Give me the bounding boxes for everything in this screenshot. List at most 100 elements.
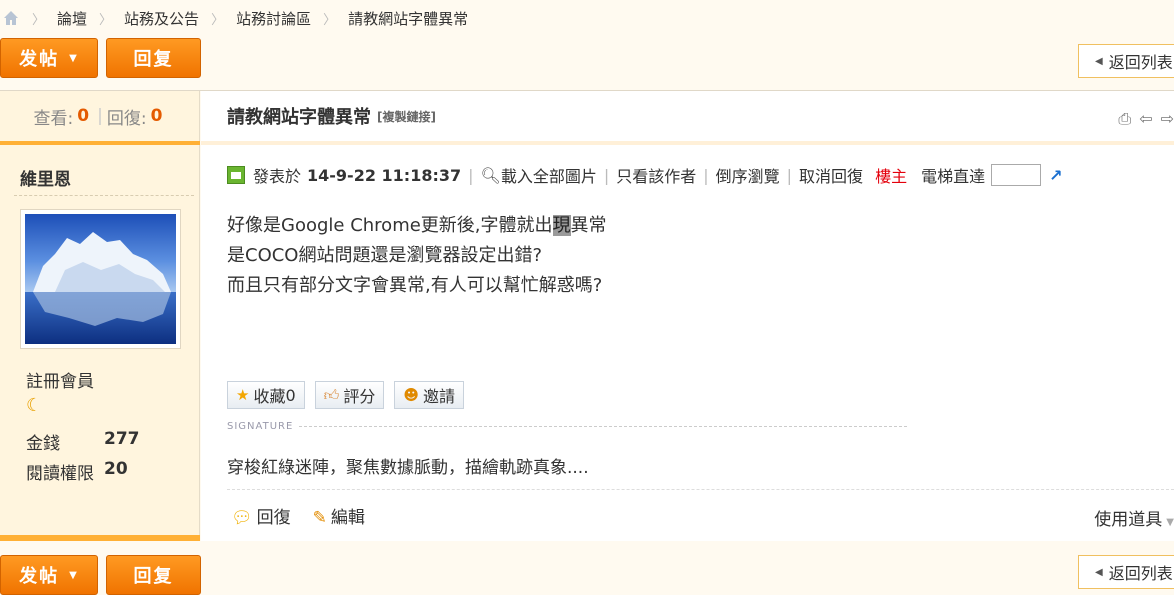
chevron-down-icon: ▼ xyxy=(69,569,79,581)
thread-stats: 查看: 0 | 回復: 0 xyxy=(0,91,200,145)
money-stat: 金錢 277 xyxy=(26,429,140,454)
post-title: 請教網站字體異常 xyxy=(227,107,371,128)
reply-post-button[interactable]: 💬︎ 回復 xyxy=(231,503,291,528)
author-sidebar: 查看: 0 | 回復: 0 維里恩 註冊會員 ☾ 金錢 277 閱讀權限 20 xyxy=(0,91,200,541)
body-line1-end: 異常 xyxy=(570,215,607,236)
money-label: 金錢 xyxy=(26,434,60,454)
elevator-label: 電梯直達 xyxy=(921,167,986,186)
meta-divider: | xyxy=(703,165,709,185)
meta-divider: | xyxy=(603,165,610,185)
back-arrow-icon: ◀ xyxy=(1095,566,1103,578)
read-permission-label: 閱讀權限 xyxy=(26,464,94,484)
prev-thread-icon[interactable]: ⇦ xyxy=(1139,109,1152,129)
post-body-line: 好像是Google Chrome更新後,字體就出現異常 xyxy=(227,211,607,241)
post-status-icon xyxy=(227,166,245,184)
edit-post-button[interactable]: ✎ 編輯 xyxy=(313,503,365,528)
star-icon: ★ xyxy=(236,386,250,404)
divider xyxy=(227,489,1174,490)
new-post-button[interactable]: 发帖 ▼ xyxy=(0,38,98,78)
favorite-count: 0 xyxy=(285,385,296,405)
post-time: 14-9-22 11:18:37 xyxy=(307,165,462,185)
breadcrumb-announcements[interactable]: 站務及公告 xyxy=(124,8,199,29)
invite-button[interactable]: ☻ 邀請 xyxy=(394,381,465,409)
post-meta: 發表於 14-9-22 11:18:37 | 🔍︎ 載入全部圖片 | 只看該作者… xyxy=(227,161,1174,189)
post-content: 請教網站字體異常 [複製鏈接] ⎙ ⇦ ⇨ 發表於 14-9-22 11:18:… xyxy=(201,91,1174,541)
reply-button[interactable]: 回复 xyxy=(106,38,201,78)
breadcrumb-separator: 〉 xyxy=(99,12,113,28)
reply-post-label: 回復 xyxy=(256,508,291,528)
post-frame: 查看: 0 | 回復: 0 維里恩 註冊會員 ☾ 金錢 277 閱讀權限 20 … xyxy=(0,90,1174,541)
user-group[interactable]: 註冊會員 xyxy=(26,367,94,392)
back-to-list-button-bottom[interactable]: ◀ 返回列表 xyxy=(1078,555,1174,589)
post-title-row: 請教網站字體異常 [複製鏈接] ⎙ ⇦ ⇨ xyxy=(201,91,1174,145)
copy-link-button[interactable]: [複製鏈接] xyxy=(377,108,436,125)
back-to-list-button[interactable]: ◀ 返回列表 xyxy=(1078,44,1174,78)
avatar-image xyxy=(25,214,176,344)
favorite-label: 收藏 xyxy=(253,387,286,406)
invite-label: 邀請 xyxy=(423,387,456,406)
breadcrumb-current: 請教網站字體異常 xyxy=(348,9,469,28)
load-all-images-link[interactable]: 載入全部圖片 xyxy=(501,163,597,187)
replies-count: 0 xyxy=(150,106,163,126)
signature-text: 穿梭紅綠迷陣，聚焦數據脈動，描繪軌跡真象.... xyxy=(227,458,589,478)
meta-divider: | xyxy=(468,165,474,185)
moon-icon: ☾ xyxy=(26,395,43,416)
meta-divider: | xyxy=(786,165,793,185)
new-post-label: 发帖 xyxy=(19,566,60,587)
reverse-order-link[interactable]: 倒序瀏覽 xyxy=(716,163,780,187)
breadcrumb-discussion[interactable]: 站務討論區 xyxy=(236,8,311,29)
new-post-label: 发帖 xyxy=(19,49,60,70)
read-permission-value: 20 xyxy=(104,459,128,479)
money-value: 277 xyxy=(104,429,140,449)
floor-jump-input[interactable] xyxy=(991,164,1042,186)
posted-label: 發表於 xyxy=(253,167,302,186)
chevron-down-icon: ▼ xyxy=(69,52,79,64)
reply-button-bottom[interactable]: 回复 xyxy=(106,555,201,595)
divider xyxy=(14,195,194,196)
next-thread-icon[interactable]: ⇨ xyxy=(1161,109,1174,129)
users-icon: ☻ xyxy=(403,386,419,404)
views-label: 查看: xyxy=(33,108,74,129)
post-body-line: 是COCO網站問題還是瀏覽器設定出錯? xyxy=(227,245,543,266)
stats-divider: | xyxy=(97,106,103,126)
search-icon: 🔍︎ xyxy=(480,165,501,185)
thumbs-up-icon: 👍︎ xyxy=(323,385,340,404)
post-actions: ★ 收藏 0 👍︎ 評分 ☻ 邀請 xyxy=(227,381,465,409)
breadcrumb: 〉 論壇 〉 站務及公告 〉 站務討論區 〉 請教網站字體異常 xyxy=(0,0,1174,36)
print-icon[interactable]: ⎙ xyxy=(1118,109,1131,129)
divider xyxy=(0,535,200,541)
use-tools-menu[interactable]: 使用道具 ▼ xyxy=(1094,505,1174,530)
go-arrow-icon[interactable]: ↗ xyxy=(1049,166,1062,185)
chevron-down-icon: ▼ xyxy=(1166,517,1174,528)
favorite-button[interactable]: ★ 收藏 0 xyxy=(227,381,305,409)
post-body-line: 而且只有部分文字會異常,有人可以幫忙解惑嗎? xyxy=(227,275,603,296)
replies-label: 回復: xyxy=(106,108,147,129)
back-arrow-icon: ◀ xyxy=(1095,55,1103,67)
back-to-list-label: 返回列表 xyxy=(1108,53,1173,72)
home-icon[interactable] xyxy=(2,9,20,27)
post-footer-actions: 💬︎ 回復 ✎ 編輯 xyxy=(231,503,365,528)
read-permission-stat: 閱讀權限 20 xyxy=(26,459,128,484)
pencil-icon: ✎ xyxy=(312,508,327,528)
body-line1-start: 好像是Google Chrome更新後,字體就出 xyxy=(227,215,553,236)
breadcrumb-separator: 〉 xyxy=(32,12,46,28)
signature-divider: SIGNATURE xyxy=(227,421,907,432)
edit-post-label: 編輯 xyxy=(330,508,365,528)
signature-label: SIGNATURE xyxy=(227,421,294,432)
author-name[interactable]: 維里恩 xyxy=(20,165,71,190)
breadcrumb-separator: 〉 xyxy=(323,12,337,28)
thread-owner-badge: 樓主 xyxy=(875,167,908,186)
selected-text: 現 xyxy=(552,215,571,236)
rate-button[interactable]: 👍︎ 評分 xyxy=(314,381,385,409)
post-body: 好像是Google Chrome更新後,字體就出現異常 是COCO網站問題還是瀏… xyxy=(227,211,607,301)
title-tools: ⎙ ⇦ ⇨ xyxy=(1118,109,1174,129)
speech-bubble-icon: 💬︎ xyxy=(231,508,253,528)
cancel-reply-link[interactable]: 取消回復 xyxy=(799,163,863,187)
breadcrumb-separator: 〉 xyxy=(211,12,225,28)
divider xyxy=(299,426,907,427)
author-only-link[interactable]: 只看該作者 xyxy=(616,163,696,187)
breadcrumb-forum[interactable]: 論壇 xyxy=(57,8,87,29)
use-tools-label: 使用道具 xyxy=(1094,510,1163,530)
new-post-button-bottom[interactable]: 发帖 ▼ xyxy=(0,555,98,595)
avatar[interactable] xyxy=(20,209,181,349)
